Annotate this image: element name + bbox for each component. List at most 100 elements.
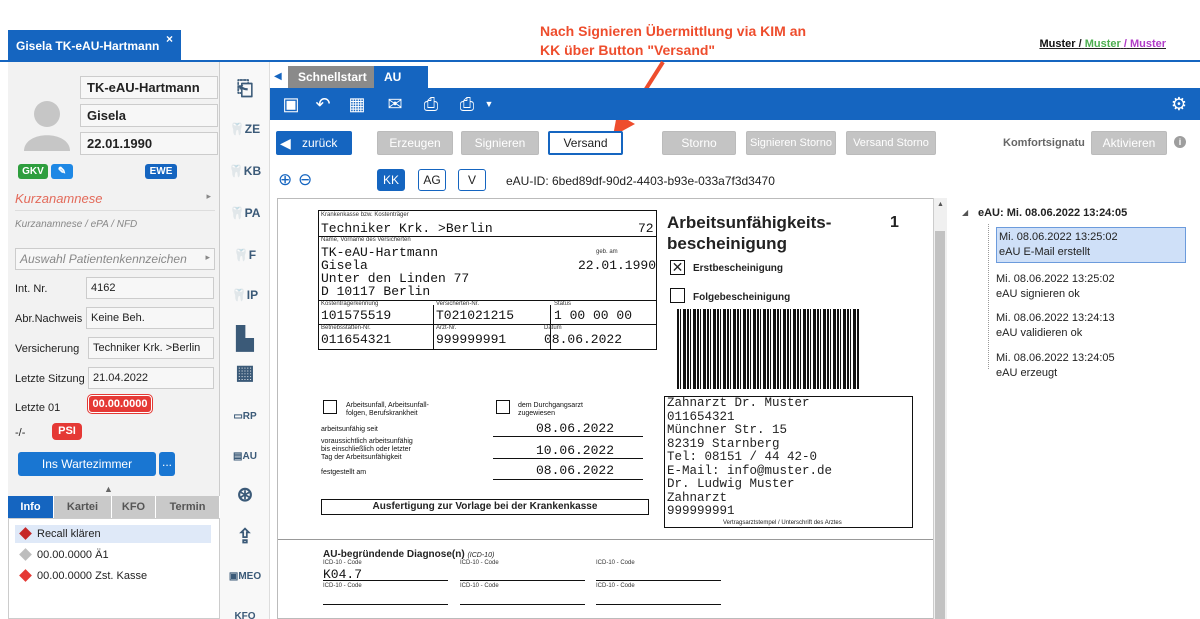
zoom-in-icon[interactable]: ⊕ xyxy=(278,170,292,190)
tab-au[interactable]: AU × xyxy=(374,66,428,106)
list-item[interactable]: 00.00.0000 Ä1 xyxy=(15,546,211,564)
kurzanamnese-row[interactable]: Kurzanamnese ▸ xyxy=(15,191,215,211)
document-icon[interactable]: ▙ xyxy=(228,324,262,354)
label-vnr: Versicherten-Nr. xyxy=(436,301,480,307)
ze-label: ZE xyxy=(244,122,261,136)
scrollbar-thumb[interactable] xyxy=(935,231,945,619)
label-kasse: Krankenkasse bzw. Kostenträger xyxy=(321,212,409,218)
tooth-f-icon[interactable]: 🦷F xyxy=(228,240,262,270)
scroll-up-icon[interactable]: ▲ xyxy=(934,201,947,208)
vor-line3: Tag der Arbeitsunfähigkeit xyxy=(321,454,402,461)
tab-info[interactable]: Info xyxy=(8,496,54,518)
diamond-icon xyxy=(19,527,32,540)
au-seit-value: 08.06.2022 xyxy=(536,421,615,436)
kfo-icon[interactable]: KFO xyxy=(228,602,262,619)
tooth-circle-icon[interactable]: ⊛ xyxy=(228,480,262,510)
wartezimmer-button[interactable]: Ins Wartezimmer xyxy=(18,452,156,476)
gkv-badge[interactable]: GKV xyxy=(18,164,48,179)
patient-tab[interactable]: Gisela TK-eAU-Hartmann × xyxy=(8,30,181,60)
stamp-line: 82319 Starnberg xyxy=(667,436,780,451)
field-value-sitzung: 21.04.2022 xyxy=(88,367,214,389)
tab-termin[interactable]: Termin xyxy=(156,496,220,518)
kurzanamnese-sub[interactable]: Kurzanamnese / ePA / NFD xyxy=(15,219,215,237)
collapse-up-icon[interactable]: ▲ xyxy=(104,484,113,494)
value-arzt: 999999991 xyxy=(436,332,507,347)
annotation-line-2: KK über Button "Versand" xyxy=(540,42,716,58)
ewe-badge[interactable]: EWE xyxy=(145,164,177,179)
tab-schnellstart[interactable]: Schnellstart xyxy=(288,66,377,88)
versand-button[interactable]: Versand xyxy=(548,131,623,155)
avatar xyxy=(24,101,70,151)
signieren-button[interactable]: Signieren xyxy=(461,131,539,155)
rp-icon[interactable]: ▭RP xyxy=(228,402,262,432)
gear-icon[interactable]: ⚙ xyxy=(1168,94,1190,114)
auswahl-patientenkennzeichen[interactable]: Auswahl Patientenkennzeichen ▸ xyxy=(15,248,215,270)
info-icon[interactable]: i xyxy=(1174,136,1186,148)
au-icon[interactable]: ▤AU xyxy=(228,442,262,472)
patient-card-icon[interactable]: ⎗ xyxy=(228,74,262,104)
value-bs: 011654321 xyxy=(321,332,392,347)
erzeugen-button[interactable]: Erzeugen xyxy=(377,131,453,155)
psi-badge[interactable]: PSI xyxy=(52,423,82,440)
tooth-ip-icon[interactable]: 🦷IP xyxy=(228,280,262,310)
upload-icon[interactable]: ⇪ xyxy=(228,522,262,552)
tooth-pa-icon[interactable]: 🦷PA xyxy=(228,198,262,228)
versand-storno-button[interactable]: Versand Storno xyxy=(846,131,936,155)
annotation-callout: Nach Signieren Übermittlung via KIM an K… xyxy=(540,22,860,60)
chevron-down-icon[interactable]: ▼ xyxy=(478,94,500,114)
recipient-v-toggle[interactable]: V xyxy=(458,169,486,191)
collapse-icon[interactable]: ◢ xyxy=(962,208,968,217)
field-value-intnr: 4162 xyxy=(86,277,214,299)
muster-link-3[interactable]: Muster xyxy=(1130,38,1166,50)
diag-title-text: AU-begründende Diagnose(n) xyxy=(323,549,465,560)
tooth-ze-icon[interactable]: 🦷ZE xyxy=(228,114,262,144)
icd-label: ICD-10 - Code xyxy=(596,560,635,566)
scroll-left-icon[interactable]: ◀ xyxy=(274,71,282,82)
durchgangsarzt-checkbox[interactable] xyxy=(496,400,510,414)
history-entry[interactable]: Mi. 08.06.2022 13:25:02 eAU E-Mail erste… xyxy=(996,227,1186,263)
field-value-abr: Keine Beh. xyxy=(86,307,214,329)
recipient-ag-toggle[interactable]: AG xyxy=(418,169,446,191)
signieren-storno-button[interactable]: Signieren Storno xyxy=(746,131,836,155)
tab-kfo[interactable]: KFO xyxy=(112,496,156,518)
label-status: Status xyxy=(554,301,572,307)
list-item[interactable]: Recall klären xyxy=(15,525,211,543)
aktivieren-button[interactable]: Aktivieren xyxy=(1091,131,1167,155)
wartezimmer-more-button[interactable]: ... xyxy=(159,452,175,476)
back-button[interactable]: ◀ zurück xyxy=(276,131,352,155)
calculator-icon[interactable]: ▦ xyxy=(346,94,368,114)
save-icon[interactable]: ▣ xyxy=(280,94,302,114)
tab-kartei[interactable]: Kartei xyxy=(54,496,112,518)
history-entry[interactable]: Mi. 08.06.2022 13:24:13 eAU validieren o… xyxy=(996,309,1186,343)
zoom-out-icon[interactable]: ⊖ xyxy=(298,170,312,190)
back-label: zurück xyxy=(302,136,338,150)
diagnosis-title: AU-begründende Diagnose(n) (ICD-10) xyxy=(323,549,494,560)
recipient-kk-toggle[interactable]: KK xyxy=(377,169,405,191)
mail-icon[interactable]: ✉ xyxy=(384,94,406,114)
storno-button[interactable]: Storno xyxy=(662,131,736,155)
close-icon[interactable]: × xyxy=(166,32,173,46)
durchgangsarzt-line2: zugewiesen xyxy=(518,410,555,417)
undo-icon[interactable]: ↶ xyxy=(312,94,334,114)
erst-label: Erstbescheinigung xyxy=(693,263,784,274)
tooth-kb-icon[interactable]: 🦷KB xyxy=(228,156,262,186)
list-item[interactable]: 00.00.0000 Zst. Kasse xyxy=(15,567,211,585)
erst-checkbox[interactable]: ✕ xyxy=(670,260,685,275)
muster-link-2[interactable]: Muster xyxy=(1085,38,1121,50)
patient-birthdate: 22.01.1990 xyxy=(80,132,218,155)
history-header[interactable]: eAU: Mi. 08.06.2022 13:24:05 xyxy=(978,207,1127,219)
folge-checkbox[interactable] xyxy=(670,288,685,303)
calendar-meo-icon[interactable]: ▣MEO xyxy=(228,562,262,592)
print-icon[interactable]: ⎙ xyxy=(420,94,442,114)
print-menu-icon[interactable]: ⎙ xyxy=(456,94,478,114)
arbeitsunfall-checkbox[interactable] xyxy=(323,400,337,414)
muster-link-1[interactable]: Muster xyxy=(1039,38,1075,50)
history-entry[interactable]: Mi. 08.06.2022 13:24:05 eAU erzeugt xyxy=(996,349,1186,383)
table-icon[interactable]: ▦ xyxy=(228,358,262,388)
kb-label: KB xyxy=(243,164,262,178)
icd-label: ICD-10 - Code xyxy=(323,560,362,566)
value-status: 1 00 00 00 xyxy=(554,308,633,323)
history-entry[interactable]: Mi. 08.06.2022 13:25:02 eAU signieren ok xyxy=(996,270,1186,304)
edit-card-icon[interactable]: ✎ xyxy=(51,164,73,179)
patient-tab-title: Gisela TK-eAU-Hartmann xyxy=(16,39,160,53)
